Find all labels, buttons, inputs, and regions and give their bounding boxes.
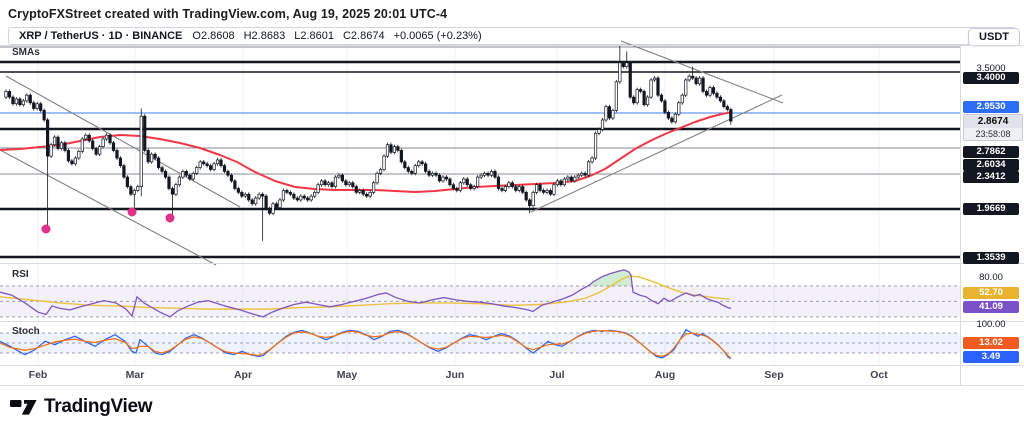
footer: TradingView bbox=[10, 396, 152, 418]
tradingview-chart-screenshot: CryptoFXStreet created with TradingView.… bbox=[0, 0, 1024, 437]
rsi-value-label: 52.70 bbox=[963, 287, 1019, 299]
x-axis-label-oct: Oct bbox=[870, 369, 888, 381]
x-axis-label-jul: Jul bbox=[549, 369, 564, 381]
stoch-value-label: 3.49 bbox=[963, 351, 1019, 363]
price-level-label: 2.6034 bbox=[963, 159, 1019, 171]
x-axis-label-aug: Aug bbox=[655, 369, 675, 381]
x-axis-label-apr: Apr bbox=[234, 369, 252, 381]
stoch-value-label: 13.02 bbox=[963, 337, 1019, 349]
x-axis-label-feb: Feb bbox=[29, 369, 48, 381]
stoch-value-label: 100.00 bbox=[963, 319, 1019, 331]
stoch-indicator-label[interactable]: Stoch bbox=[12, 326, 40, 337]
rsi-value-label: 41.09 bbox=[963, 301, 1019, 313]
price-level-label: 1.3539 bbox=[963, 252, 1019, 264]
price-level-label: 2.7862 bbox=[963, 146, 1019, 158]
x-axis-label-may: May bbox=[337, 369, 357, 381]
price-level-label: 1.9669 bbox=[963, 203, 1019, 215]
rsi-value-label: 80.00 bbox=[963, 272, 1019, 284]
price-level-label: 2.3412 bbox=[963, 171, 1019, 183]
current-price-value: 2.8674 bbox=[964, 115, 1022, 128]
tradingview-brand-text: TradingView bbox=[44, 396, 152, 418]
rsi-indicator-label[interactable]: RSI bbox=[12, 269, 29, 280]
bar-countdown-timer: 23:58:08 bbox=[964, 128, 1022, 140]
current-price-badge: 2.867423:58:08 bbox=[963, 114, 1023, 141]
x-axis-label-jun: Jun bbox=[446, 369, 465, 381]
x-axis-label-mar: Mar bbox=[126, 369, 145, 381]
price-level-label: 3.4000 bbox=[963, 72, 1019, 84]
price-level-label: 2.9530 bbox=[963, 101, 1019, 113]
sma-indicator-label[interactable]: SMAs bbox=[12, 47, 40, 58]
tradingview-logo-icon bbox=[10, 396, 37, 418]
x-axis-label-sep: Sep bbox=[764, 369, 783, 381]
